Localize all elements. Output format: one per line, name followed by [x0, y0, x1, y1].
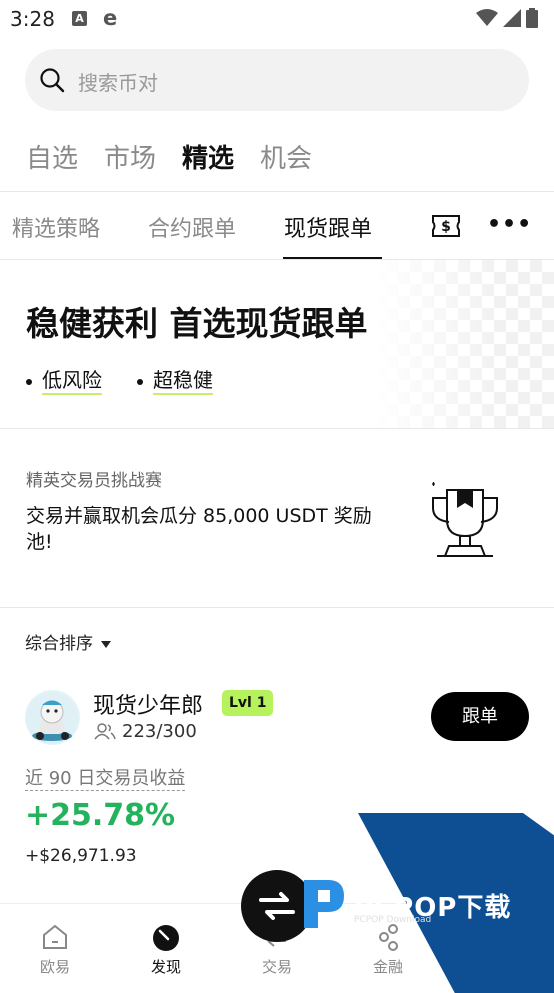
trophy-icon — [432, 482, 498, 557]
sub-tabs: 精选策略 合约跟单 现货跟单 ••• — [0, 192, 554, 260]
nav-label: 交易 — [261, 958, 292, 976]
trader-level-badge: Lvl 1 — [222, 690, 274, 716]
tab-favorites[interactable]: 自选 — [26, 138, 78, 175]
battery-icon — [526, 8, 538, 28]
search-input[interactable]: 搜索币对 — [25, 49, 529, 111]
banner-pattern — [374, 260, 554, 428]
trader-name[interactable]: 现货少年郎 — [93, 688, 203, 720]
tab-spot-copy[interactable]: 现货跟单 — [284, 211, 372, 243]
bullet-dot-icon — [137, 378, 143, 385]
banner-title: 稳健获利 首选现货跟单 — [26, 304, 368, 343]
wifi-icon — [476, 9, 498, 26]
pnl-amount: +$26,971.93 — [25, 846, 137, 866]
trader-avatar[interactable] — [25, 690, 80, 745]
pnl-percent: +25.78% — [25, 798, 176, 833]
sort-label: 综合排序 — [25, 634, 93, 654]
avatar-illustration — [26, 692, 78, 744]
tab-contract-copy[interactable]: 合约跟单 — [148, 211, 236, 243]
banner-bullet-low-risk: 低风险 — [26, 364, 102, 395]
nav-discover[interactable]: 发现 — [111, 904, 221, 985]
divider — [0, 607, 554, 608]
home-icon — [43, 924, 67, 949]
more-icon[interactable]: ••• — [487, 212, 532, 237]
top-tabs: 自选 市场 精选 机会 — [26, 138, 312, 175]
tab-featured-strategies[interactable]: 精选策略 — [12, 211, 100, 243]
keyboard-a-icon: A — [72, 11, 87, 26]
tab-featured[interactable]: 精选 — [182, 138, 234, 175]
nav-label: 金融 — [372, 958, 403, 976]
bullet-dot-icon — [26, 378, 32, 385]
search-icon — [40, 68, 65, 93]
bullet-text: 超稳健 — [153, 368, 213, 395]
nav-label: 欧易 — [39, 958, 70, 976]
cell-signal-icon — [503, 9, 521, 27]
browser-e-icon: e — [103, 6, 118, 30]
watermark-p-icon — [304, 880, 344, 928]
tab-opportunities[interactable]: 机会 — [260, 138, 312, 175]
followers-icon — [94, 723, 116, 740]
nav-home[interactable]: 欧易 — [0, 904, 110, 985]
challenge-label: 精英交易员挑战赛 — [26, 471, 162, 491]
watermark-sub: PCPOP Download — [354, 915, 432, 925]
nav-label: 发现 — [150, 958, 181, 976]
status-bar: 3:28 A e — [0, 0, 554, 40]
sort-dropdown[interactable]: 综合排序 — [25, 629, 111, 654]
bullet-text: 低风险 — [42, 368, 102, 395]
followers-count: 223/300 — [122, 721, 197, 742]
tab-market[interactable]: 市场 — [104, 138, 156, 175]
finance-icon — [379, 924, 398, 951]
svg-text:$: $ — [441, 219, 451, 235]
discover-icon — [153, 925, 179, 951]
spot-copy-banner[interactable]: 稳健获利 首选现货跟单 低风险 超稳健 — [0, 260, 554, 428]
challenge-text: 交易并赢取机会瓜分 85,000 USDT 奖励池! — [26, 505, 372, 553]
banner-bullet-stable: 超稳健 — [137, 364, 213, 395]
follow-button[interactable]: 跟单 — [431, 692, 529, 741]
status-time: 3:28 — [10, 7, 55, 31]
pnl-label[interactable]: 近 90 日交易员收益 — [25, 768, 186, 791]
ticket-dollar-icon[interactable]: $ — [431, 213, 461, 239]
search-placeholder: 搜索币对 — [78, 71, 158, 95]
elite-challenge-card[interactable]: 精英交易员挑战赛 交易并赢取机会瓜分 85,000 USDT 奖励池! — [0, 429, 554, 607]
caret-down-icon — [101, 640, 111, 648]
status-right-icons — [476, 8, 538, 28]
